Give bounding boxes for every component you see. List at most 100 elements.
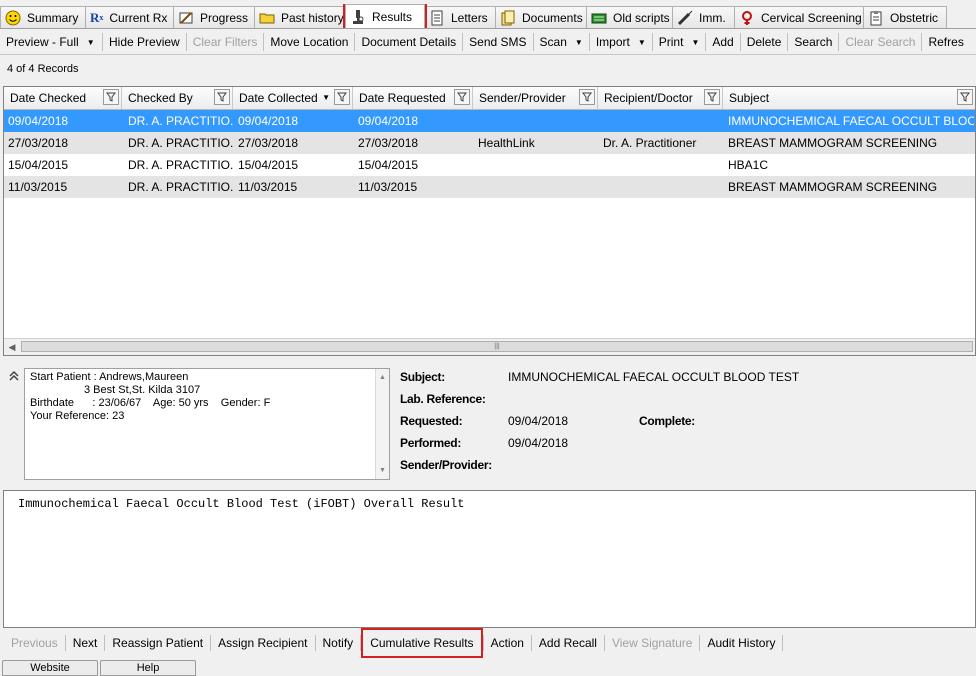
clear-search-button[interactable]: Clear Search (839, 31, 921, 53)
next-button[interactable]: Next (66, 632, 105, 654)
column-label: Recipient/Doctor (604, 91, 693, 105)
clear-filters-button[interactable]: Clear Filters (187, 31, 264, 53)
tab-old-scripts[interactable]: Old scripts (586, 6, 673, 28)
column-header-date-collected[interactable]: Date Collected ▼ (233, 87, 353, 109)
preview-dropdown-button[interactable]: Preview - Full ▼ (0, 31, 102, 53)
sort-descending-icon: ▼ (322, 93, 330, 102)
filter-icon[interactable] (103, 89, 119, 105)
column-header-sender-provider[interactable]: Sender/Provider (473, 87, 598, 109)
column-header-checked-by[interactable]: Checked By (122, 87, 233, 109)
scroll-up-icon[interactable]: ▲ (379, 371, 386, 384)
performed-value: 09/04/2018 (508, 436, 569, 450)
chevron-down-icon: ▼ (637, 37, 646, 47)
column-header-date-checked[interactable]: Date Checked (4, 87, 122, 109)
action-separator (782, 635, 784, 651)
sender-provider-label: Sender/Provider: (400, 458, 492, 472)
cell-date-checked: 15/04/2015 (8, 158, 69, 172)
import-dropdown-button[interactable]: Import ▼ (590, 31, 652, 53)
move-location-button[interactable]: Move Location (264, 31, 354, 53)
patient-reference-line: Your Reference: 23 (30, 410, 125, 422)
requested-label: Requested: (400, 414, 463, 428)
import-label: Import (595, 35, 630, 49)
filter-icon[interactable] (214, 89, 230, 105)
column-header-recipient-doctor[interactable]: Recipient/Doctor (598, 87, 723, 109)
tab-immunisation[interactable]: Imm. (672, 6, 735, 28)
table-row[interactable]: 15/04/2015 DR. A. PRACTITIO... 15/04/201… (4, 154, 975, 176)
syringe-icon (677, 10, 693, 26)
chevron-down-icon: ▼ (691, 37, 700, 47)
scroll-down-icon[interactable]: ▼ (379, 464, 386, 477)
horizontal-scrollbar[interactable]: ◀ ||| (4, 338, 975, 355)
column-header-date-requested[interactable]: Date Requested (353, 87, 473, 109)
cumulative-results-button[interactable]: Cumulative Results (361, 628, 483, 658)
requested-value: 09/04/2018 (508, 414, 569, 428)
search-button[interactable]: Search (788, 31, 838, 53)
cell-date-requested: 11/03/2015 (358, 180, 418, 194)
documents-icon (500, 10, 516, 26)
female-symbol-icon (739, 10, 755, 26)
result-report-text[interactable]: Immunochemical Faecal Occult Blood Test … (3, 490, 976, 628)
previous-button[interactable]: Previous (4, 632, 65, 654)
clipboard-icon (868, 10, 884, 26)
cell-date-checked: 09/04/2018 (8, 114, 69, 128)
view-signature-button[interactable]: View Signature (605, 632, 700, 654)
cell-subject: HBA1C (728, 158, 769, 172)
website-tab[interactable]: Website (2, 660, 98, 676)
tab-progress[interactable]: Progress (173, 6, 255, 28)
scrollbar-thumb[interactable]: ||| (21, 341, 973, 352)
footer-tab-strip: Website Help (0, 660, 196, 676)
patient-summary-box: Start Patient : Andrews,Maureen 3 Best S… (24, 368, 390, 480)
subject-value: IMMUNOCHEMICAL FAECAL OCCULT BLOOD TEST (508, 370, 800, 384)
patient-address-line: 3 Best St,St. Kilda 3107 (84, 384, 201, 396)
filter-icon[interactable] (454, 89, 470, 105)
filter-icon[interactable] (957, 89, 973, 105)
help-tab[interactable]: Help (100, 660, 196, 676)
add-button[interactable]: Add (706, 31, 739, 53)
table-row[interactable]: 27/03/2018 DR. A. PRACTITIO... 27/03/201… (4, 132, 975, 154)
record-count: 4 of 4 Records (7, 63, 79, 75)
cell-sender-provider: HealthLink (478, 136, 535, 150)
table-row[interactable]: 09/04/2018 DR. A. PRACTITIO... 09/04/201… (4, 110, 975, 132)
scroll-left-icon[interactable]: ◀ (4, 342, 20, 353)
scan-dropdown-button[interactable]: Scan ▼ (534, 31, 589, 53)
results-grid: Date Checked Checked By Date Collected ▼… (3, 86, 976, 356)
refresh-button[interactable]: Refres (922, 31, 969, 53)
tab-cervical-screening[interactable]: Cervical Screening (734, 6, 864, 28)
assign-recipient-button[interactable]: Assign Recipient (211, 632, 314, 654)
tab-label: Progress (200, 10, 249, 25)
tab-label: Old scripts (613, 10, 670, 25)
add-recall-button[interactable]: Add Recall (532, 632, 604, 654)
tab-label: Documents (522, 10, 583, 25)
tab-label: Obstetric (890, 10, 939, 25)
filter-icon[interactable] (579, 89, 595, 105)
document-details-button[interactable]: Document Details (355, 31, 462, 53)
column-header-subject[interactable]: Subject (723, 87, 975, 109)
lab-reference-label: Lab. Reference: (400, 392, 486, 406)
tab-current-rx[interactable]: Rx Current Rx (85, 6, 174, 28)
tab-documents[interactable]: Documents (495, 6, 587, 28)
tab-past-history[interactable]: Past history (254, 6, 346, 28)
letter-icon (429, 10, 445, 26)
action-button[interactable]: Action (484, 632, 531, 654)
tab-summary[interactable]: Summary (0, 6, 86, 28)
vertical-scrollbar[interactable]: ▲ ▼ (375, 369, 389, 479)
tab-obstetric[interactable]: Obstetric (863, 6, 947, 28)
chevron-down-icon: ▼ (574, 37, 583, 47)
folder-icon (259, 10, 275, 26)
cell-date-collected: 09/04/2018 (238, 114, 299, 128)
send-sms-button[interactable]: Send SMS (463, 31, 532, 53)
filter-icon[interactable] (704, 89, 720, 105)
hide-preview-button[interactable]: Hide Preview (103, 31, 186, 53)
filter-icon[interactable] (334, 89, 350, 105)
cell-checked-by: DR. A. PRACTITIO... (128, 158, 234, 172)
collapse-chevron-icon[interactable] (8, 370, 20, 385)
print-dropdown-button[interactable]: Print ▼ (653, 31, 706, 53)
reassign-patient-button[interactable]: Reassign Patient (105, 632, 210, 654)
tab-label: Imm. (699, 10, 726, 25)
audit-history-button[interactable]: Audit History (700, 632, 782, 654)
notify-button[interactable]: Notify (316, 632, 361, 654)
tab-letters[interactable]: Letters (424, 6, 496, 28)
table-row[interactable]: 11/03/2015 DR. A. PRACTITIO... 11/03/201… (4, 176, 975, 198)
tab-results[interactable]: Results (343, 4, 427, 28)
delete-button[interactable]: Delete (741, 31, 788, 53)
